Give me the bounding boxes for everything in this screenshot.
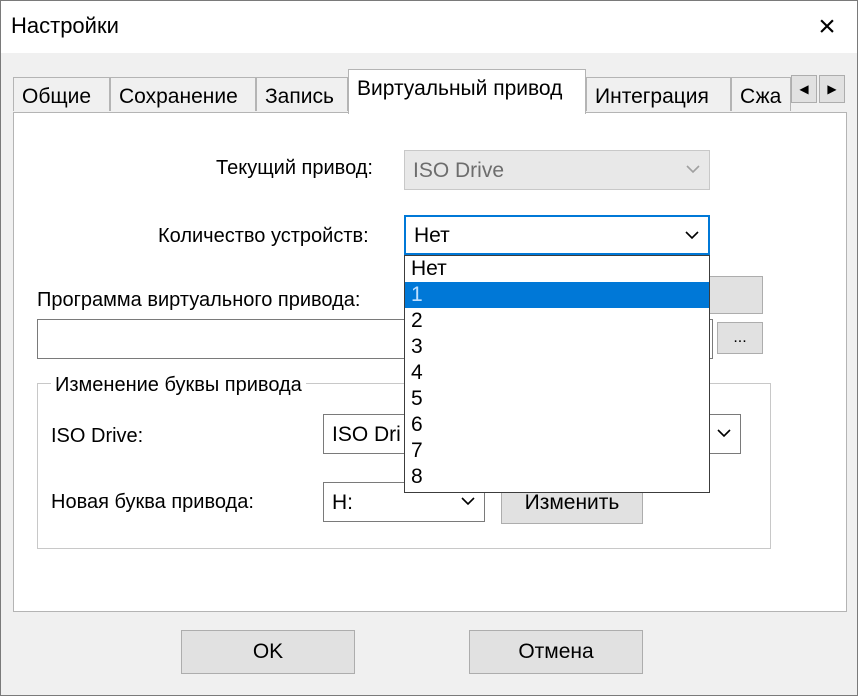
new-letter-value: H: [332,491,353,514]
window-title: Настройки [11,13,119,38]
current-drive-label: Текущий привод: [216,157,373,179]
tab-recording[interactable]: Запись [256,77,348,111]
device-count-label: Количество устройств: [158,225,369,247]
dropdown-option[interactable]: 3 [405,334,709,360]
dropdown-option[interactable]: Нет [405,256,709,282]
tab-scroll-left-button[interactable]: ◀ [791,75,817,103]
current-drive-value: ISO Drive [413,159,505,182]
virtual-drive-program-label: Программа виртуального привода: [37,289,361,311]
dropdown-option[interactable]: 7 [405,438,709,464]
new-letter-label: Новая буква привода: [51,491,254,513]
title-bar: Настройки × [1,1,857,53]
ok-button[interactable]: OK [181,630,355,674]
tab-virtual-drive[interactable]: Виртуальный привод [348,69,586,114]
dropdown-option[interactable]: 6 [405,412,709,438]
current-drive-select[interactable]: ISO Drive [404,150,710,190]
tab-compression[interactable]: Сжа [731,77,791,111]
tab-general[interactable]: Общие [13,77,110,111]
tab-saving[interactable]: Сохранение [110,77,256,111]
dropdown-option[interactable]: 2 [405,308,709,334]
tab-scroll-right-button[interactable]: ▶ [819,75,845,103]
settings-dialog: Настройки × Общие Сохранение Запись Вирт… [0,0,858,696]
arrow-right-icon: ▶ [827,82,837,96]
iso-drive-label: ISO Drive: [51,425,144,447]
iso-drive-value: ISO Dri [332,423,401,446]
device-count-select[interactable]: Нет [404,215,710,255]
dropdown-option[interactable]: 1 [405,282,709,308]
program-select-button[interactable] [701,276,763,314]
tab-integration[interactable]: Интеграция [586,77,731,111]
close-button[interactable]: × [805,7,849,47]
device-count-dropdown: Нет 1 2 3 4 5 6 7 8 [404,255,710,493]
chevron-down-icon [461,497,475,506]
chevron-down-icon [717,429,731,438]
tab-strip: Общие Сохранение Запись Виртуальный прив… [13,69,853,114]
device-count-value: Нет [414,224,450,247]
dropdown-option[interactable]: 4 [405,360,709,386]
close-icon: × [818,10,836,43]
dropdown-option[interactable]: 8 [405,464,709,490]
arrow-left-icon: ◀ [799,82,809,96]
chevron-down-icon [685,231,699,240]
cancel-button[interactable]: Отмена [469,630,643,674]
chevron-down-icon [686,165,700,174]
dropdown-option[interactable]: 5 [405,386,709,412]
drive-letter-group-legend: Изменение буквы привода [51,374,306,397]
browse-button[interactable]: ... [717,322,763,354]
